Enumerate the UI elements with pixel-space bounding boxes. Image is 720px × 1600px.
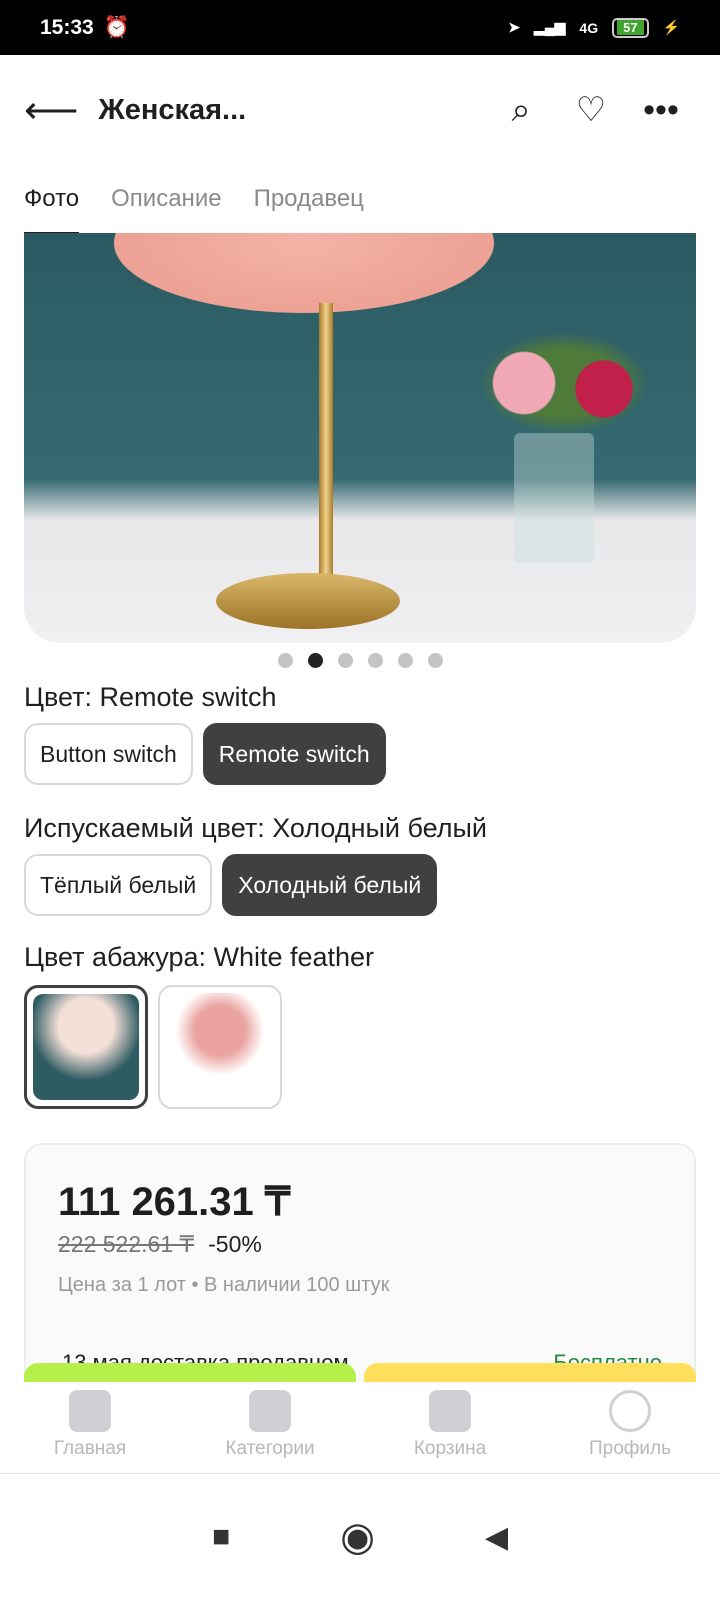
gallery-dot[interactable] [367,653,383,668]
color-label: Цвет: Remote switch [24,682,277,712]
add-to-cart-button[interactable] [364,1363,696,1383]
nav-home[interactable]: Главная [0,1382,180,1473]
option-warm-white[interactable]: Тёплый белый [24,854,213,916]
system-nav: ■ ◉ ◀ [0,1474,720,1600]
shade-label: Цвет абажура: White feather [24,942,375,972]
shade-option-pink[interactable] [158,985,282,1109]
tabs: Фото Описание Продавец [0,165,720,235]
gallery-dot[interactable] [277,653,293,668]
option-button-switch[interactable]: Button switch [24,723,193,785]
gallery-dot[interactable] [397,653,413,668]
nav-cart[interactable]: Корзина [360,1382,540,1473]
network-type: 4G [579,19,599,36]
clock: 15:33 [40,15,94,39]
recents-button[interactable]: ■ [212,1520,230,1554]
shade-option-white-feather[interactable] [24,985,148,1109]
status-bar: 15:33 ⏰ ➤ ▂▄▆ 4G 57 ⚡ [0,0,720,55]
catalog-icon [249,1390,291,1432]
gallery-dot-active[interactable] [307,653,323,668]
charging-icon: ⚡ [662,19,680,35]
light-label: Испускаемый цвет: Холодный белый [24,813,487,843]
price-note: Цена за 1 лот • В наличии 100 штук [58,1274,390,1296]
battery-icon: 57 [612,17,649,38]
gallery-dots [0,653,720,668]
old-price: 222 522.61 ₸ [58,1231,195,1257]
profile-icon [609,1390,651,1432]
tab-photo[interactable]: Фото [24,185,80,235]
back-button[interactable]: ⟵ [24,88,78,133]
location-icon: ➤ [508,19,520,35]
current-price: 111 261.31 ₸ [58,1180,291,1224]
gallery-dot[interactable] [427,653,443,668]
alarm-icon: ⏰ [103,15,130,39]
bottom-nav: Главная Категории Корзина Профиль [0,1382,720,1474]
home-button[interactable]: ◉ [340,1514,375,1560]
option-cold-white[interactable]: Холодный белый [222,854,438,916]
buy-now-button[interactable] [24,1363,356,1383]
nav-profile[interactable]: Профиль [540,1382,720,1473]
product-photo[interactable] [24,233,696,643]
option-remote-switch[interactable]: Remote switch [202,723,386,785]
signal-icon: ▂▄▆ [533,19,566,35]
heart-icon[interactable]: ♡ [556,90,626,130]
page-title: Женская... [98,93,247,126]
back-system-button[interactable]: ◀ [485,1520,508,1555]
search-icon[interactable]: ⌕ [486,91,556,130]
more-icon[interactable]: ••• [626,91,696,130]
gallery-dot[interactable] [337,653,353,668]
nav-categories[interactable]: Категории [180,1382,360,1473]
discount: -50% [208,1231,262,1257]
cart-icon [429,1390,471,1432]
tab-seller[interactable]: Продавец [254,185,364,213]
tab-description[interactable]: Описание [111,185,221,213]
home-icon [69,1390,111,1432]
top-bar: ⟵ Женская... ⌕ ♡ ••• [0,55,720,165]
